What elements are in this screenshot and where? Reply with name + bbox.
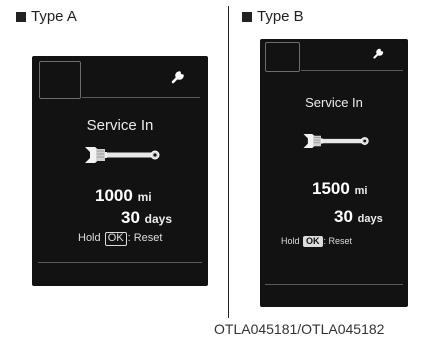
type-b-heading: Type B [242, 8, 304, 25]
days-value: 30 [121, 208, 140, 227]
distance-readout: 1500 mi [312, 179, 367, 199]
bullet-square-icon [16, 11, 26, 22]
top-divider-line [301, 70, 403, 71]
days-unit: days [357, 213, 383, 225]
type-b-screen: Service In 1500 mi 30 days Hold OK: Rese… [260, 39, 408, 307]
distance-unit: mi [354, 185, 368, 197]
hold-prefix: Hold [281, 236, 300, 246]
type-b-heading-label: Type B [257, 8, 304, 25]
days-value: 30 [334, 207, 353, 226]
distance-value: 1500 [312, 179, 350, 198]
days-readout: 30 days [121, 208, 172, 228]
distance-value: 1000 [95, 186, 133, 205]
wrench-icon [373, 48, 384, 59]
type-a-screen: Service In 1000 mi 30 days Hold OK: Rese… [32, 56, 208, 286]
service-in-label: Service In [305, 95, 363, 110]
ok-key-badge: OK [104, 232, 127, 246]
hold-prefix: Hold [78, 232, 101, 244]
bullet-square-icon [242, 11, 252, 22]
distance-unit: mi [137, 190, 152, 204]
wrench-illustration [303, 134, 369, 148]
type-a-heading: Type A [16, 8, 77, 25]
type-a-heading-label: Type A [31, 8, 77, 25]
hold-suffix: : Reset [323, 236, 353, 246]
wrench-illustration [85, 147, 160, 163]
hold-suffix: : Reset [127, 232, 163, 244]
days-unit: days [144, 212, 173, 226]
top-divider-line [82, 97, 200, 98]
hold-reset-hint: Hold OK: Reset [281, 236, 353, 248]
info-box [39, 61, 81, 99]
ok-key-badge: OK [303, 236, 323, 248]
wrench-icon [171, 71, 184, 84]
distance-readout: 1000 mi [95, 186, 152, 206]
days-readout: 30 days [334, 207, 383, 227]
hold-reset-hint: Hold OK: Reset [78, 232, 162, 246]
panel-divider [228, 6, 229, 318]
service-in-label: Service In [86, 117, 154, 134]
figure-caption: OTLA045181/OTLA045182 [214, 321, 385, 337]
info-box [265, 42, 300, 72]
bottom-divider-line [265, 284, 403, 285]
bottom-divider-line [38, 262, 202, 263]
